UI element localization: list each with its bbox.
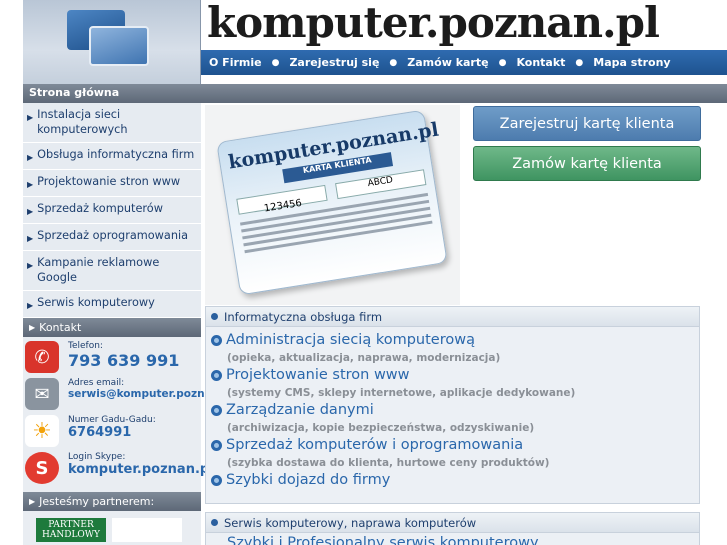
gadu-gadu-number[interactable]: 6764991 [68,425,156,440]
arrow-right-icon: ▶ [29,323,36,332]
site-logo[interactable] [23,0,201,84]
service-item[interactable]: Szybki dojazd do firmy [211,471,694,490]
bullet-icon [211,313,218,320]
skype-icon: S [25,452,59,484]
service-item[interactable]: Administracja siecią komputerową (opieka… [211,331,694,366]
sidebar-item-label: Kampanie reklamowe Google [37,256,160,284]
top-navigation: O Firmie ● Zarejestruj się ● Zamów kartę… [201,50,727,75]
ring-bullet-icon [211,475,222,486]
order-card-button[interactable]: Zamów kartę klienta [473,146,701,181]
contact-panel: ✆ Telefon: 793 639 991 ✉ Adres email: se… [23,337,234,493]
service-item[interactable]: Zarządzanie danymi (archiwizacja, kopie … [211,401,694,436]
arrow-right-icon: ▶ [27,113,34,122]
sidebar-item-kampanie[interactable]: ▶ Kampanie reklamowe Google [23,251,201,291]
client-card-image: komputer.poznan.pl KARTA KLIENTA 123456 … [205,105,460,305]
sidebar-item-label: Sprzedaż komputerów [37,202,163,215]
sidebar-item-sprzedaz-oprogramowania[interactable]: ▶ Sprzedaż oprogramowania [23,224,201,251]
arrow-right-icon: ▶ [29,497,36,506]
arrow-right-icon: ▶ [27,261,34,270]
phone-icon: ✆ [25,341,59,373]
partner-logo[interactable] [112,518,182,542]
arrow-right-icon: ▶ [27,234,34,243]
sidebar-item-serwis[interactable]: ▶ Serwis komputerowy [23,291,201,318]
sidebar-item-instalacja[interactable]: ▶ Instalacja sieci komputerowych [23,103,201,143]
bullet-icon [211,519,218,526]
contact-gadugadu: ☀ Numer Gadu-Gadu: 6764991 [25,415,199,449]
repair-item[interactable]: Szybki i Profesjonalny serwis komputerow… [206,535,699,545]
arrow-right-icon: ▶ [27,301,34,310]
nav-separator-icon: ● [575,57,584,68]
sidebar-item-label: Sprzedaż oprogramowania [37,229,189,242]
register-card-button[interactable]: Zarejestruj kartę klienta [473,106,701,141]
services-panel: Informatyczna obsługa firm Administracja… [205,306,700,504]
contact-header: ▶ Kontakt [23,318,201,337]
service-item[interactable]: Sprzedaż komputerów i oprogramowania (sz… [211,436,694,471]
contact-email: ✉ Adres email: serwis@komputer.poznan.pl [25,378,234,412]
services-header: Informatyczna obsługa firm [206,307,699,327]
sidebar-item-label: Instalacja sieci komputerowych [37,108,128,136]
nav-kontakt[interactable]: Kontakt [516,56,565,69]
sidebar-item-label: Serwis komputerowy [37,296,155,309]
repair-panel: Serwis komputerowy, naprawa komputerów S… [205,512,700,545]
ring-bullet-icon [211,335,222,346]
contact-phone: ✆ Telefon: 793 639 991 [25,341,199,375]
ring-bullet-icon [211,370,222,381]
partners-header: ▶ Jesteśmy partnerem: [23,492,201,511]
sidebar-item-projektowanie[interactable]: ▶ Projektowanie stron www [23,170,201,197]
sidebar-item-label: Obsługa informatyczna firm [37,148,195,161]
contact-skype: S Login Skype: komputer.poznan.pl [25,452,214,486]
partners-panel: PARTNER HANDLOWY [23,511,201,545]
partner-logo[interactable]: PARTNER HANDLOWY [36,518,106,542]
logo-monitor-front-icon [89,26,149,66]
nav-zamow-karte[interactable]: Zamów kartę [407,56,488,69]
header-strip [201,75,727,84]
repair-header: Serwis komputerowy, naprawa komputerów [206,513,699,533]
sidebar: ▶ Instalacja sieci komputerowych ▶ Obsłu… [23,103,234,545]
client-card: komputer.poznan.pl KARTA KLIENTA 123456 … [216,109,448,296]
nav-o-firmie[interactable]: O Firmie [209,56,262,69]
services-list: Administracja siecią komputerową (opieka… [206,327,699,495]
arrow-right-icon: ▶ [27,180,34,189]
site-title[interactable]: komputer.poznan.pl [207,0,660,47]
breadcrumb: Strona główna [23,84,727,103]
sidebar-item-sprzedaz-komputerow[interactable]: ▶ Sprzedaż komputerów [23,197,201,224]
ring-bullet-icon [211,440,222,451]
ring-bullet-icon [211,405,222,416]
arrow-right-icon: ▶ [27,153,34,162]
nav-mapa-strony[interactable]: Mapa strony [593,56,670,69]
sidebar-item-obsluga[interactable]: ▶ Obsługa informatyczna firm [23,143,201,170]
nav-separator-icon: ● [271,57,280,68]
nav-separator-icon: ● [498,57,507,68]
title-bar: komputer.poznan.pl [201,0,727,50]
skype-login[interactable]: komputer.poznan.pl [68,462,214,477]
email-icon: ✉ [25,378,59,410]
arrow-right-icon: ▶ [27,207,34,216]
phone-number[interactable]: 793 639 991 [68,351,179,370]
service-item[interactable]: Projektowanie stron www (systemy CMS, sk… [211,366,694,401]
gadu-gadu-icon: ☀ [25,415,59,447]
nav-separator-icon: ● [389,57,398,68]
sidebar-item-label: Projektowanie stron www [37,175,181,188]
nav-zarejestruj[interactable]: Zarejestruj się [289,56,379,69]
